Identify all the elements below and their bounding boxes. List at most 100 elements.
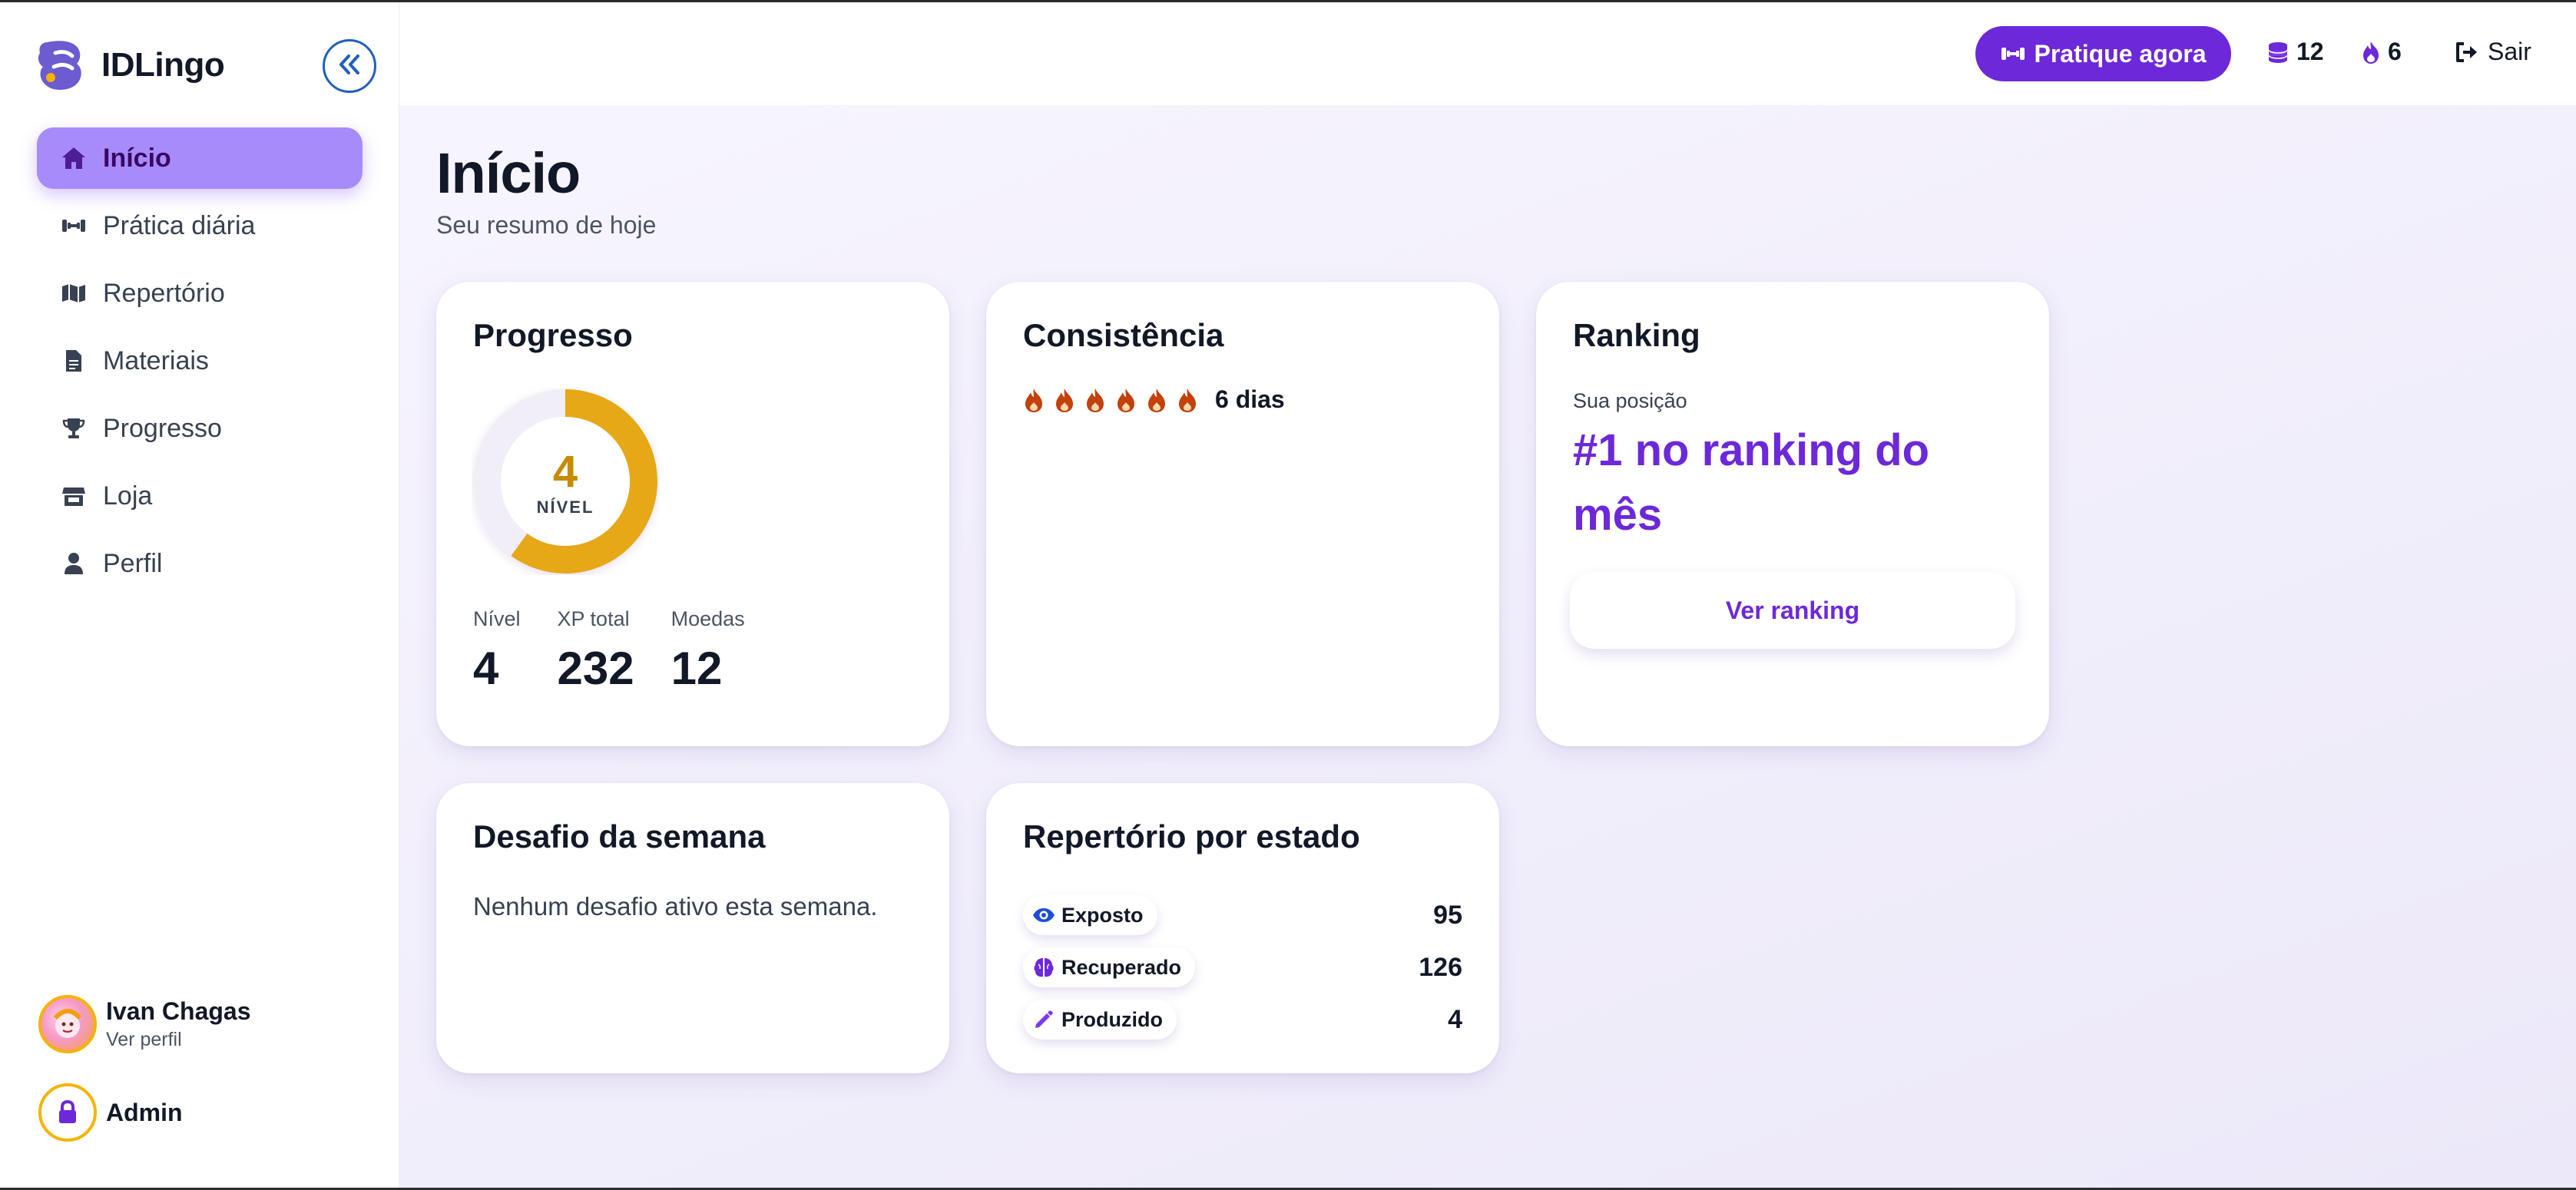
coins-counter: 12 [2266, 38, 2324, 66]
logout-icon [2454, 41, 2480, 64]
logout-button[interactable]: Sair [2454, 38, 2531, 66]
sidebar-item-pratica-diaria[interactable]: Prática diária [37, 195, 363, 256]
sidebar-item-label: Repertório [103, 278, 225, 308]
home-icon [60, 144, 88, 172]
consistency-card: Consistência 6 dias [986, 282, 1499, 746]
stat-label: XP total [557, 607, 630, 630]
user-icon [60, 550, 88, 577]
state-count: 95 [1433, 900, 1462, 930]
level-donut-value: 4 [552, 447, 578, 497]
brain-icon [1032, 956, 1055, 979]
streak-counter: 6 [2360, 38, 2402, 66]
sidebar-item-label: Prática diária [103, 210, 256, 240]
app-name: IDLingo [101, 46, 225, 84]
state-chip-label: Exposto [1061, 903, 1144, 927]
weekly-challenge-card: Desafio da semana Nenhum desafio ativo e… [436, 783, 949, 1073]
stat-label: Nível [473, 607, 521, 630]
idlingo-logo-icon [37, 38, 84, 93]
sidebar-nav: Início Prática diária Repertório Materia… [37, 127, 363, 600]
map-icon [60, 279, 88, 307]
collapse-sidebar-button[interactable] [323, 39, 376, 93]
sidebar-item-inicio[interactable]: Início [37, 127, 363, 189]
stat-value: 12 [670, 643, 723, 694]
state-chip-recuperado: Recuperado [1023, 947, 1196, 987]
sidebar-item-progresso[interactable]: Progresso [37, 398, 363, 459]
level-donut-label: NÍVEL [536, 497, 594, 517]
repertoire-card: Repertório por estado Exposto 95 Recuper… [986, 783, 1499, 1073]
user-profile-link[interactable]: Ivan Chagas Ver perfil [38, 995, 251, 1053]
store-icon [60, 482, 88, 510]
admin-link[interactable]: Admin [38, 1083, 183, 1142]
sidebar-item-label: Loja [103, 481, 153, 511]
consistency-card-title: Consistência [1023, 317, 1224, 353]
flame-icon [2360, 40, 2382, 64]
page-title: Início [436, 141, 581, 205]
streak-days-text: 6 dias [1215, 385, 1285, 413]
pencil-icon [1032, 1008, 1055, 1031]
stat-label: Moedas [670, 607, 745, 630]
trophy-icon [60, 415, 88, 442]
practice-now-button[interactable]: Pratique agora [1975, 26, 2231, 81]
stat-value: 232 [557, 643, 634, 694]
document-icon [60, 347, 88, 375]
sidebar-item-perfil[interactable]: Perfil [37, 533, 363, 594]
progress-card: Progresso 4 NÍVEL Nível 4 XP total 232 M… [436, 282, 949, 746]
stat-coins: Moedas 12 [671, 607, 745, 695]
list-item: Produzido 4 [1023, 993, 1462, 1046]
user-name: Ivan Chagas [106, 997, 251, 1025]
state-count: 4 [1448, 1004, 1462, 1034]
topbar: Pratique agora 12 6 Sair [399, 2, 2576, 105]
ranking-position-text: #1 no ranking do mês [1573, 425, 1930, 540]
lock-icon [38, 1083, 97, 1142]
dumbbell-icon [2000, 44, 2026, 64]
flame-icon [1054, 387, 1075, 413]
view-ranking-button[interactable]: Ver ranking [1570, 572, 2015, 649]
sidebar-item-label: Início [103, 143, 171, 173]
ranking-card: Ranking Sua posição #1 no ranking do mês… [1536, 282, 2049, 746]
sidebar-item-label: Perfil [103, 548, 163, 578]
flame-icon [1023, 387, 1045, 413]
state-count: 126 [1419, 952, 1462, 982]
main-content: Pratique agora 12 6 Sair Início Seu resu… [399, 2, 2576, 1188]
ranking-card-title: Ranking [1573, 317, 1700, 353]
coins-icon [2266, 41, 2290, 64]
double-chevron-left-icon [336, 53, 363, 80]
stat-xp-total: XP total 232 [558, 607, 634, 695]
stat-level: Nível 4 [473, 607, 521, 695]
view-profile-link[interactable]: Ver perfil [106, 1029, 251, 1051]
practice-now-label: Pratique agora [2034, 39, 2207, 68]
flame-icon [1115, 387, 1137, 413]
dumbbell-icon [60, 212, 88, 240]
avatar [38, 995, 97, 1053]
list-item: Recuperado 126 [1023, 941, 1462, 993]
brand[interactable]: IDLingo [37, 38, 225, 93]
weekly-challenge-empty-text: Nenhum desafio ativo esta semana. [473, 892, 878, 921]
flame-icon [1084, 387, 1106, 413]
state-chip-exposto: Exposto [1023, 895, 1157, 935]
weekly-challenge-title: Desafio da semana [473, 818, 766, 854]
sidebar-item-materiais[interactable]: Materiais [37, 330, 363, 392]
progress-card-title: Progresso [473, 317, 633, 353]
stat-value: 4 [473, 643, 499, 694]
level-donut: 4 NÍVEL [472, 388, 659, 575]
state-chip-produzido: Produzido [1023, 1000, 1177, 1040]
eye-icon [1032, 904, 1055, 927]
sidebar: IDLingo Início Prática diária Repertório… [0, 2, 399, 1188]
sidebar-item-label: Progresso [103, 413, 222, 443]
page-subtitle: Seu resumo de hoje [436, 211, 657, 239]
progress-stats: Nível 4 XP total 232 Moedas 12 [473, 607, 782, 695]
streak-flames: 6 dias [1023, 385, 1285, 414]
logout-label: Sair [2488, 38, 2531, 65]
list-item: Exposto 95 [1023, 889, 1462, 941]
admin-label: Admin [106, 1098, 183, 1126]
streak-value: 6 [2388, 38, 2402, 65]
sidebar-item-loja[interactable]: Loja [37, 465, 363, 527]
flame-icon [1177, 387, 1198, 413]
repertoire-card-title: Repertório por estado [1023, 818, 1360, 854]
ranking-position-label: Sua posição [1573, 389, 1687, 412]
flame-icon [1146, 387, 1167, 413]
state-chip-label: Recuperado [1061, 955, 1182, 979]
sidebar-item-repertorio[interactable]: Repertório [37, 263, 363, 324]
sidebar-item-label: Materiais [103, 345, 209, 375]
state-chip-label: Produzido [1061, 1007, 1163, 1031]
